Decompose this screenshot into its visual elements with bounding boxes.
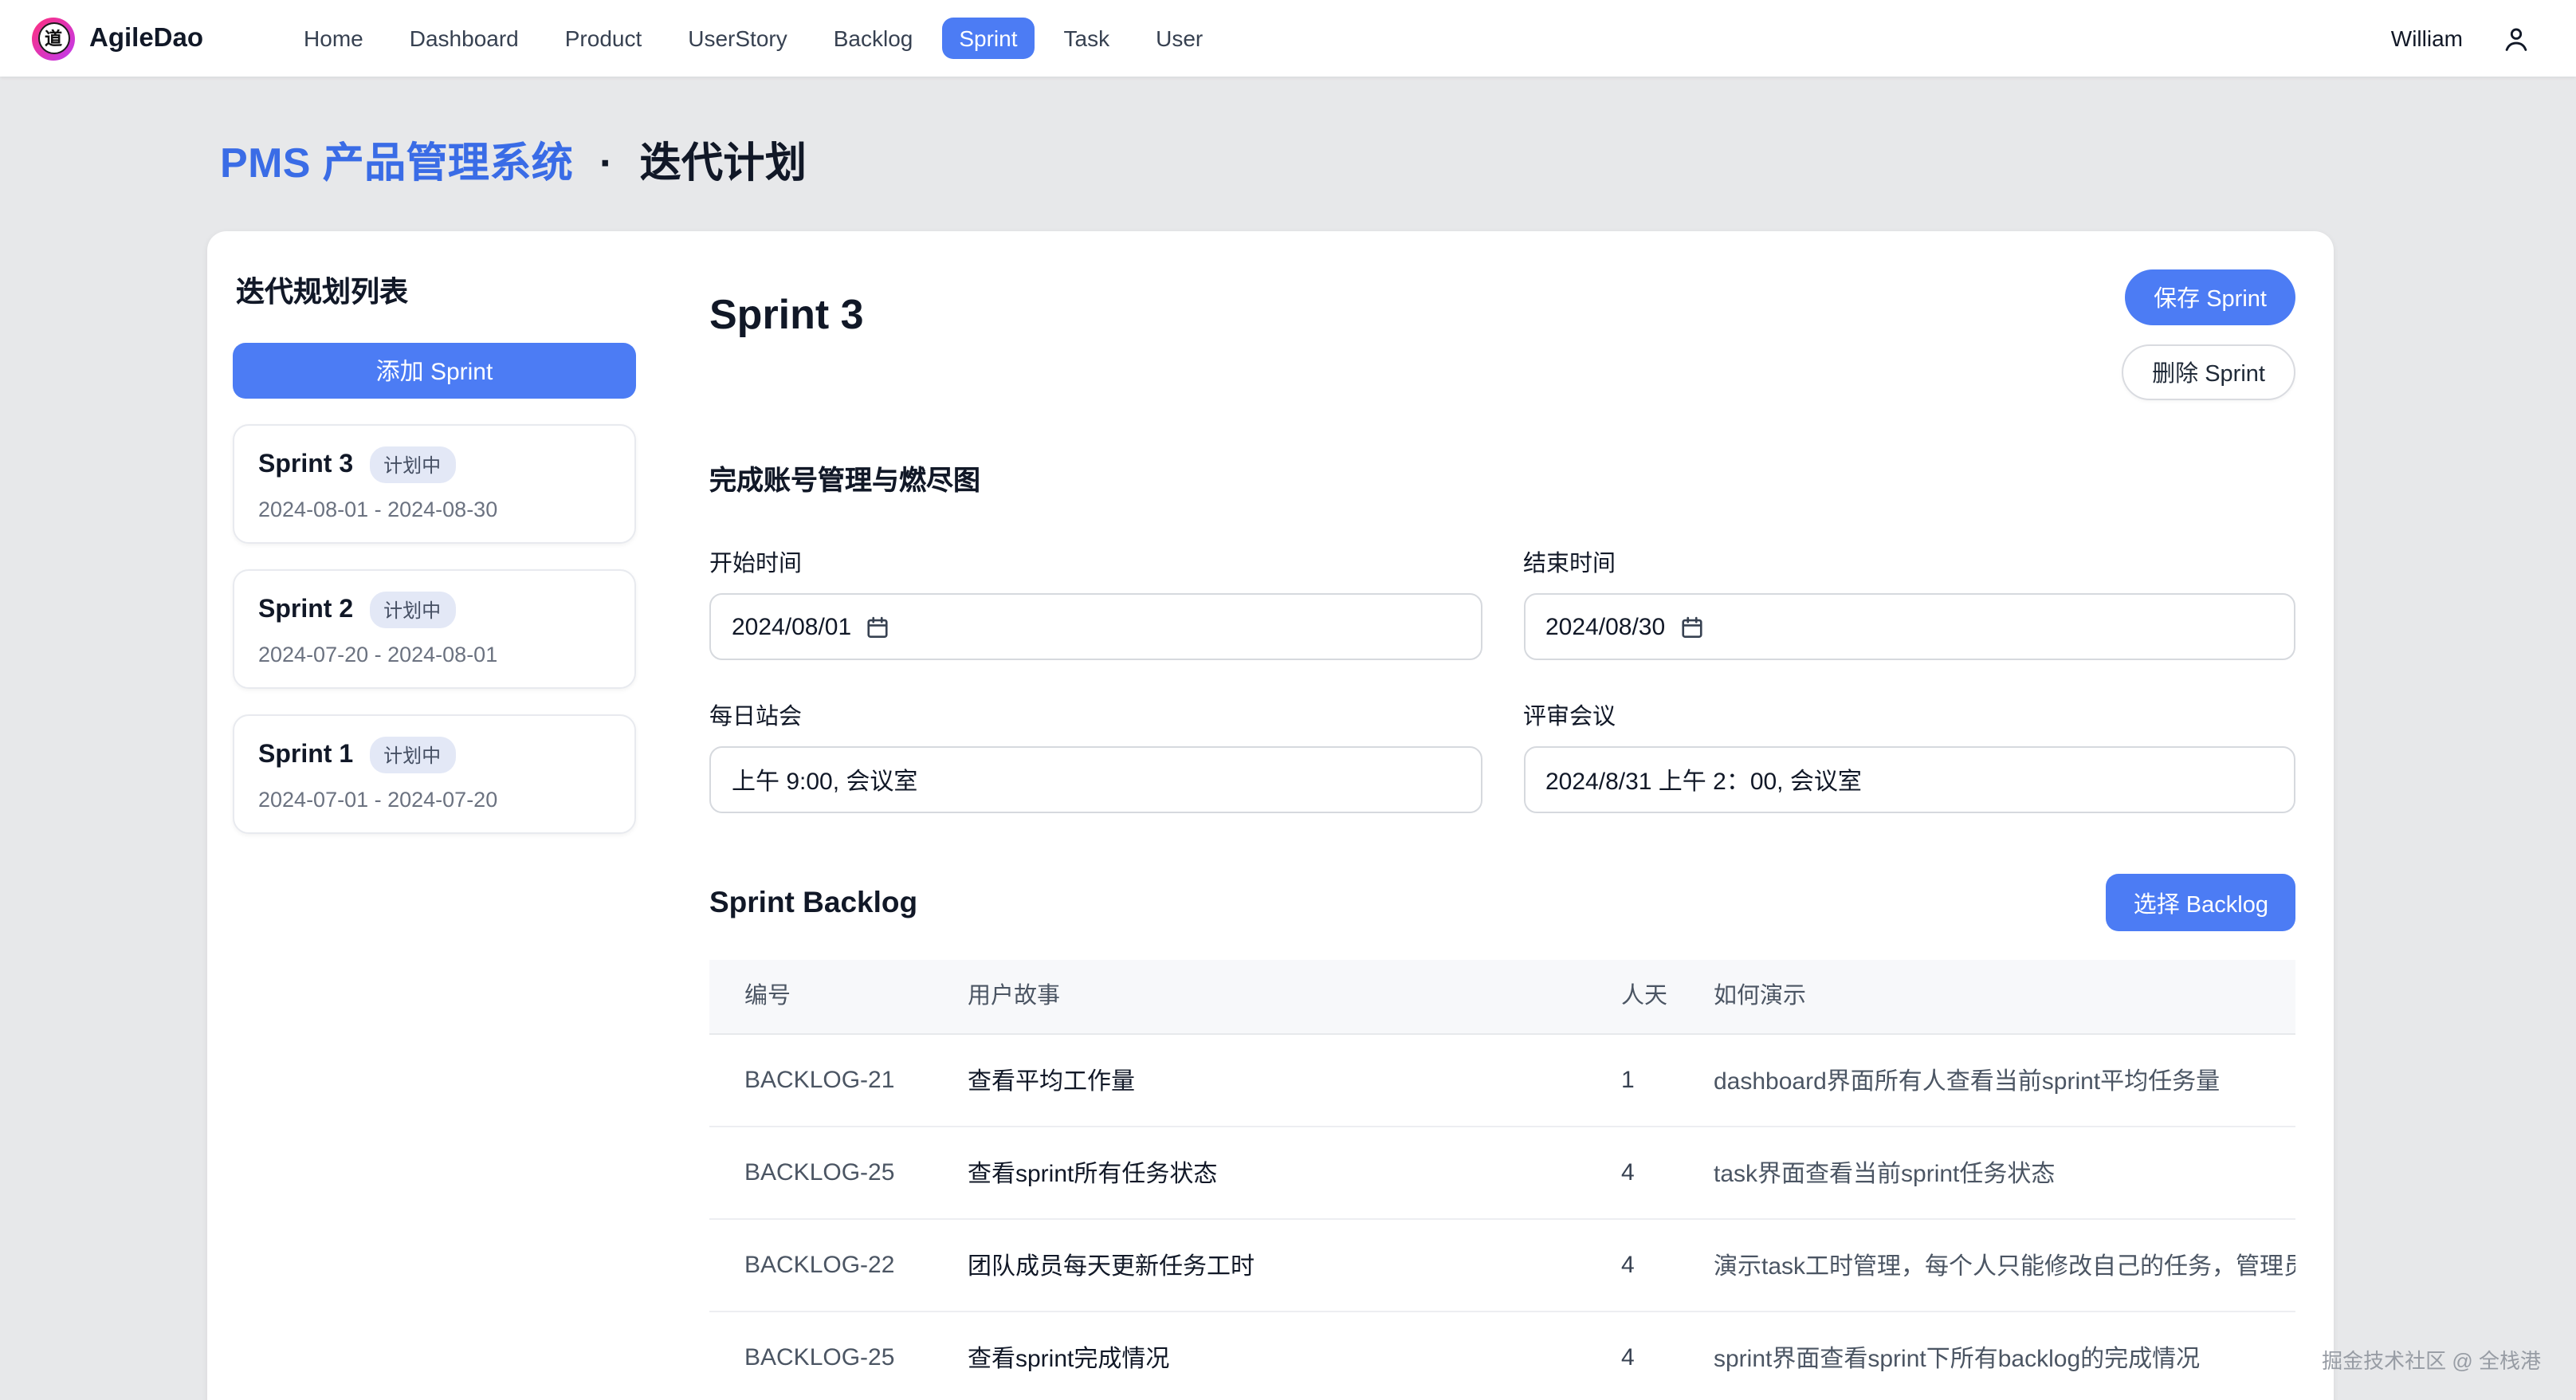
nav-item-user[interactable]: User <box>1138 18 1220 59</box>
review-meeting-input[interactable]: 2024/8/31 上午 2：00, 会议室 <box>1523 746 2295 813</box>
sprint-detail-panel: Sprint 3 保存 Sprint 删除 Sprint 完成账号管理与燃尽图 … <box>662 231 2334 1400</box>
sprint-goal-text: 完成账号管理与燃尽图 <box>709 458 2295 497</box>
page-title-separator: · <box>599 139 614 187</box>
nav-item-userstory[interactable]: UserStory <box>670 18 804 59</box>
main-nav: Home Dashboard Product UserStory Backlog… <box>286 18 1220 59</box>
content-card: 迭代规划列表 添加 Sprint Sprint 3 计划中 2024-08-01… <box>207 231 2334 1400</box>
backlog-row-story: 查看sprint完成情况 <box>948 1313 1602 1400</box>
nav-item-dashboard[interactable]: Dashboard <box>392 18 536 59</box>
column-header-demo: 如何演示 <box>1694 960 2295 1034</box>
brand-logo[interactable]: 道 <box>32 17 75 60</box>
save-sprint-button[interactable]: 保存 Sprint <box>2125 269 2295 325</box>
sprint-list-item-3[interactable]: Sprint 3 计划中 2024-08-01 - 2024-08-30 <box>233 424 636 544</box>
backlog-row-id: BACKLOG-21 <box>709 1039 948 1123</box>
start-date-value: 2024/08/01 <box>732 613 851 640</box>
user-profile-icon[interactable] <box>2501 23 2531 53</box>
page-title-system: PMS 产品管理系统 <box>220 139 573 187</box>
add-sprint-button[interactable]: 添加 Sprint <box>233 343 636 399</box>
backlog-table-row: BACKLOG-25 查看sprint所有任务状态 4 task界面查看当前sp… <box>709 1128 2295 1221</box>
delete-sprint-button[interactable]: 删除 Sprint <box>2122 344 2295 400</box>
backlog-table-row: BACKLOG-22 团队成员每天更新任务工时 4 演示task工时管理，每个人… <box>709 1221 2295 1313</box>
backlog-table: 编号 用户故事 人天 如何演示 BACKLOG-21 查看平均工作量 1 das… <box>709 960 2295 1400</box>
backlog-row-days: 4 <box>1602 1224 1694 1308</box>
sprint-item-dates: 2024-07-20 - 2024-08-01 <box>258 643 611 667</box>
page-body: PMS 产品管理系统 · 迭代计划 迭代规划列表 添加 Sprint Sprin… <box>0 77 2576 1400</box>
sprint-item-header: Sprint 1 计划中 <box>258 737 611 773</box>
nav-item-home[interactable]: Home <box>286 18 381 59</box>
sprint-item-dates: 2024-07-01 - 2024-07-20 <box>258 788 611 812</box>
sprint-item-name: Sprint 1 <box>258 741 353 769</box>
backlog-heading: Sprint Backlog <box>709 885 917 920</box>
watermark-text: 掘金技术社区 @ 全栈港 <box>2322 1344 2541 1374</box>
backlog-table-header: 编号 用户故事 人天 如何演示 <box>709 960 2295 1036</box>
calendar-icon[interactable] <box>866 615 889 639</box>
calendar-icon[interactable] <box>1679 615 1703 639</box>
standup-value: 上午 9:00, 会议室 <box>732 763 917 796</box>
backlog-row-id: BACKLOG-25 <box>709 1131 948 1216</box>
sprint-status-badge: 计划中 <box>369 592 455 628</box>
start-date-input[interactable]: 2024/08/01 <box>709 593 1482 660</box>
standup-field: 每日站会 上午 9:00, 会议室 <box>709 698 1482 813</box>
navbar-right: William <box>2391 23 2544 53</box>
sprint-form: 开始时间 2024/08/01 <box>709 545 2295 813</box>
review-meeting-value: 2024/8/31 上午 2：00, 会议室 <box>1545 763 1862 796</box>
backlog-row-story: 查看平均工作量 <box>948 1036 1602 1127</box>
sprint-detail-header: Sprint 3 保存 Sprint 删除 Sprint <box>709 269 2295 400</box>
backlog-row-days: 4 <box>1602 1131 1694 1216</box>
backlog-row-story: 团队成员每天更新任务工时 <box>948 1221 1602 1312</box>
end-date-input[interactable]: 2024/08/30 <box>1523 593 2295 660</box>
backlog-section-header: Sprint Backlog 选择 Backlog <box>709 874 2295 931</box>
sprint-detail-actions: 保存 Sprint 删除 Sprint <box>2122 269 2295 400</box>
backlog-row-id: BACKLOG-22 <box>709 1224 948 1308</box>
backlog-row-days: 1 <box>1602 1039 1694 1123</box>
backlog-row-demo: sprint界面查看sprint下所有backlog的完成情况 <box>1694 1313 2295 1400</box>
column-header-id: 编号 <box>709 960 948 1034</box>
standup-input[interactable]: 上午 9:00, 会议室 <box>709 746 1482 813</box>
sprint-list-panel: 迭代规划列表 添加 Sprint Sprint 3 计划中 2024-08-01… <box>207 231 662 1400</box>
backlog-row-demo: task界面查看当前sprint任务状态 <box>1694 1128 2295 1219</box>
backlog-row-demo: dashboard界面所有人查看当前sprint平均任务量 <box>1694 1036 2295 1127</box>
nav-item-task[interactable]: Task <box>1046 18 1128 59</box>
select-backlog-button[interactable]: 选择 Backlog <box>2107 874 2295 931</box>
backlog-row-id: BACKLOG-25 <box>709 1316 948 1400</box>
sprint-list-item-2[interactable]: Sprint 2 计划中 2024-07-20 - 2024-08-01 <box>233 569 636 689</box>
top-navbar: 道 AgileDao Home Dashboard Product UserSt… <box>0 0 2576 77</box>
backlog-row-story: 查看sprint所有任务状态 <box>948 1128 1602 1219</box>
backlog-row-demo: 演示task工时管理，每个人只能修改自己的任务，管理员可 <box>1694 1221 2295 1312</box>
sprint-item-name: Sprint 3 <box>258 450 353 479</box>
sprint-item-header: Sprint 2 计划中 <box>258 592 611 628</box>
brand-name: AgileDao <box>89 23 203 53</box>
nav-item-product[interactable]: Product <box>548 18 660 59</box>
sprint-item-dates: 2024-08-01 - 2024-08-30 <box>258 497 611 521</box>
end-date-value: 2024/08/30 <box>1545 613 1665 640</box>
sprint-list-heading: 迭代规划列表 <box>236 269 636 311</box>
sprint-status-badge: 计划中 <box>369 737 455 773</box>
sprint-detail-title: Sprint 3 <box>709 290 864 340</box>
sprint-list-item-1[interactable]: Sprint 1 计划中 2024-07-01 - 2024-07-20 <box>233 714 636 834</box>
nav-item-sprint[interactable]: Sprint <box>941 18 1035 59</box>
backlog-table-row: BACKLOG-25 查看sprint完成情况 4 sprint界面查看spri… <box>709 1313 2295 1400</box>
start-date-label: 开始时间 <box>709 545 1482 579</box>
page-title: PMS 产品管理系统 · 迭代计划 <box>220 131 2576 190</box>
review-meeting-label: 评审会议 <box>1523 698 2295 732</box>
sprint-item-header: Sprint 3 计划中 <box>258 446 611 483</box>
standup-label: 每日站会 <box>709 698 1482 732</box>
sprint-item-name: Sprint 2 <box>258 596 353 624</box>
end-date-label: 结束时间 <box>1523 545 2295 579</box>
backlog-table-row: BACKLOG-21 查看平均工作量 1 dashboard界面所有人查看当前s… <box>709 1036 2295 1128</box>
sprint-status-badge: 计划中 <box>369 446 455 483</box>
current-user-name[interactable]: William <box>2391 26 2463 51</box>
brand-logo-glyph: 道 <box>37 22 69 54</box>
backlog-row-days: 4 <box>1602 1316 1694 1400</box>
nav-item-backlog[interactable]: Backlog <box>816 18 931 59</box>
end-date-field: 结束时间 2024/08/30 <box>1523 545 2295 660</box>
column-header-days: 人天 <box>1602 960 1694 1034</box>
start-date-field: 开始时间 2024/08/01 <box>709 545 1482 660</box>
page-title-section: 迭代计划 <box>640 139 807 187</box>
column-header-story: 用户故事 <box>948 960 1602 1034</box>
review-meeting-field: 评审会议 2024/8/31 上午 2：00, 会议室 <box>1523 698 2295 813</box>
app-root: 道 AgileDao Home Dashboard Product UserSt… <box>0 0 2576 1400</box>
